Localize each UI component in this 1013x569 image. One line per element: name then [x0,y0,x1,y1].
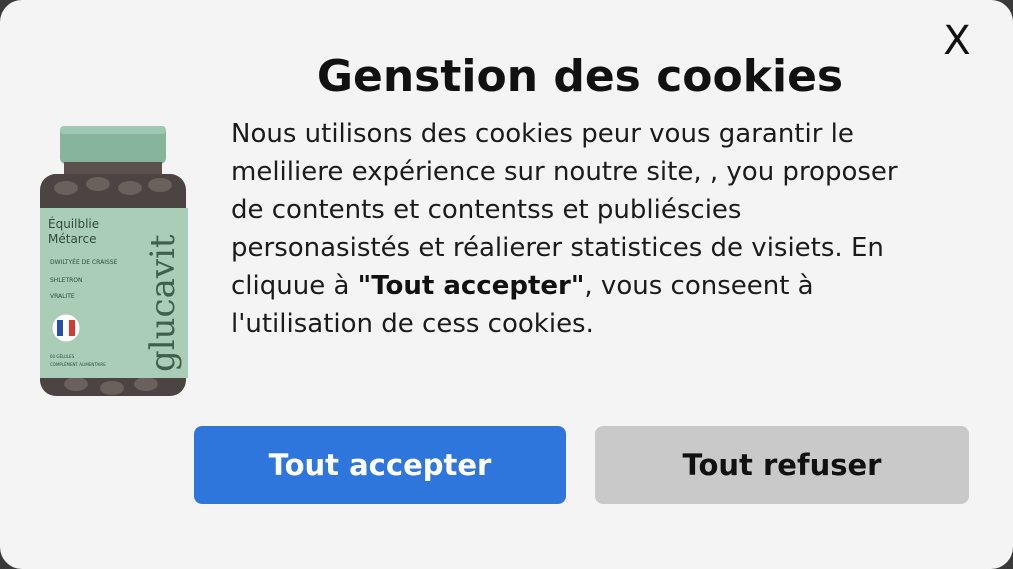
cookie-message: Nous utilisons des cookies peur vous gar… [231,115,981,343]
message-line: l'utilisation de cess cookies. [231,309,594,339]
dialog-title: Genstion des cookies [316,51,844,102]
label-heading: Métarce [48,232,96,246]
message-bold-accept: "Tout accepter" [357,271,585,301]
message-segment: cliquue à [231,271,358,301]
message-line: personasistés et réalierer statistices d… [231,233,884,263]
cookie-dialog: X Genstion des cookies Nous utilisons de… [0,0,1013,569]
message-line: meliliere expérience sur noutre site, , … [231,157,898,187]
label-small-text: COMPLÉMENT ALIMENTAIRE [50,362,106,367]
message-line: cliquue à "Tout accepter", vous conseent… [231,267,981,305]
label-bullet: DWILTYÉE DE CRAISSE [50,258,118,266]
label-heading: Équilblie [48,216,99,231]
message-line: Nous utilisons des cookies peur vous gar… [231,119,854,149]
label-bullet: VRALITE [50,293,75,300]
message-segment: , vous conseent à [584,271,814,301]
product-bottle-image: Équilblie Métarce DWILTYÉE DE CRAISSE SH… [40,126,188,396]
label-small-text: 60 GÉLULES [50,354,75,359]
message-line: de contents et contentss et publiéscies [231,195,742,225]
brand-name: glucavit [143,234,183,372]
refuse-all-button[interactable]: Tout refuser [595,426,969,504]
accept-all-button[interactable]: Tout accepter [194,426,566,504]
label-bullet: SHLETRON [50,277,83,284]
close-button[interactable]: X [936,18,978,64]
